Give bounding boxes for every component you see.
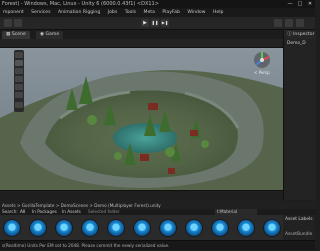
asset-grid bbox=[0, 215, 283, 240]
menu-tools[interactable]: Tools bbox=[122, 10, 139, 15]
window-controls: — □ ✕ bbox=[285, 0, 315, 8]
asset-bundle-label: AssetBundle bbox=[285, 232, 313, 237]
asset-labels-title: Asset Labels bbox=[285, 217, 313, 222]
menu-jobs[interactable]: Jobs bbox=[105, 10, 120, 15]
menu-playfab[interactable]: PlayFab bbox=[159, 10, 183, 15]
cloud-icon[interactable] bbox=[14, 19, 22, 27]
scene-toolbar bbox=[0, 39, 283, 48]
rotate-tool-icon[interactable] bbox=[15, 68, 23, 74]
status-bar[interactable]: s(Realtime) Units Per EM set to 2048. Pl… bbox=[0, 240, 315, 250]
view-tabs: ▦ Scene ◉ Game bbox=[0, 30, 283, 39]
asset-labels-panel: Asset Labels AssetBundle bbox=[283, 215, 315, 240]
material-thumbnail[interactable] bbox=[82, 220, 98, 236]
main-toolbar: ▶ ❚❚ ▶❚ bbox=[0, 17, 315, 30]
menu-meta[interactable]: Meta bbox=[140, 10, 157, 15]
menu-help[interactable]: Help bbox=[210, 10, 226, 15]
material-thumbnail[interactable] bbox=[264, 220, 280, 236]
search-icon[interactable] bbox=[274, 19, 282, 27]
menu-window[interactable]: Window bbox=[184, 10, 208, 15]
play-button[interactable]: ▶ bbox=[141, 19, 149, 27]
tool-palette bbox=[14, 50, 24, 112]
tab-game[interactable]: ◉ Game bbox=[36, 31, 64, 39]
transform-tool-icon[interactable] bbox=[15, 92, 23, 98]
material-thumbnail[interactable] bbox=[4, 220, 20, 236]
pause-button[interactable]: ❚❚ bbox=[151, 19, 159, 27]
inspector-tab[interactable]: ⓘ Inspector bbox=[284, 30, 315, 39]
orientation-gizmo bbox=[254, 52, 270, 68]
scale-tool-icon[interactable] bbox=[15, 76, 23, 82]
material-thumbnail[interactable] bbox=[212, 220, 228, 236]
layers-dropdown[interactable] bbox=[285, 19, 293, 27]
material-thumbnail[interactable] bbox=[160, 220, 176, 236]
step-button[interactable]: ▶❚ bbox=[161, 19, 169, 27]
layout-dropdown[interactable] bbox=[296, 19, 304, 27]
scene-view[interactable]: < Persp bbox=[0, 48, 283, 190]
menu-services[interactable]: Services bbox=[28, 10, 53, 15]
inspector-object-name: Demo_D bbox=[287, 41, 306, 46]
rect-tool-icon[interactable] bbox=[15, 84, 23, 90]
menu-bar: mponent Services Animation Rigging Jobs … bbox=[0, 8, 315, 17]
material-thumbnail[interactable] bbox=[56, 220, 72, 236]
maximize-icon[interactable]: □ bbox=[295, 0, 305, 8]
menu-component[interactable]: mponent bbox=[0, 10, 27, 15]
custom-tool-icon[interactable] bbox=[15, 102, 23, 108]
menu-animation-rigging[interactable]: Animation Rigging bbox=[55, 10, 103, 15]
tab-scene[interactable]: ▦ Scene bbox=[2, 31, 30, 39]
close-icon[interactable]: ✕ bbox=[305, 0, 315, 8]
account-icon[interactable] bbox=[4, 19, 12, 27]
project-breadcrumb[interactable]: Assets > GorillaTemplate > DemoScenes > … bbox=[0, 202, 315, 209]
material-thumbnail[interactable] bbox=[238, 220, 254, 236]
scene-render bbox=[0, 48, 283, 190]
move-tool-icon[interactable] bbox=[15, 60, 23, 66]
material-thumbnail[interactable] bbox=[30, 220, 46, 236]
inspector-panel bbox=[283, 30, 316, 200]
persp-label[interactable]: < Persp bbox=[254, 70, 270, 75]
window-title: Forest) - Windows, Mac, Linux - Unity 6 … bbox=[0, 0, 315, 8]
minimize-icon[interactable]: — bbox=[285, 0, 295, 8]
material-thumbnail[interactable] bbox=[108, 220, 124, 236]
material-thumbnail[interactable] bbox=[186, 220, 202, 236]
view-tool-icon[interactable] bbox=[15, 52, 23, 58]
material-thumbnail[interactable] bbox=[134, 220, 150, 236]
